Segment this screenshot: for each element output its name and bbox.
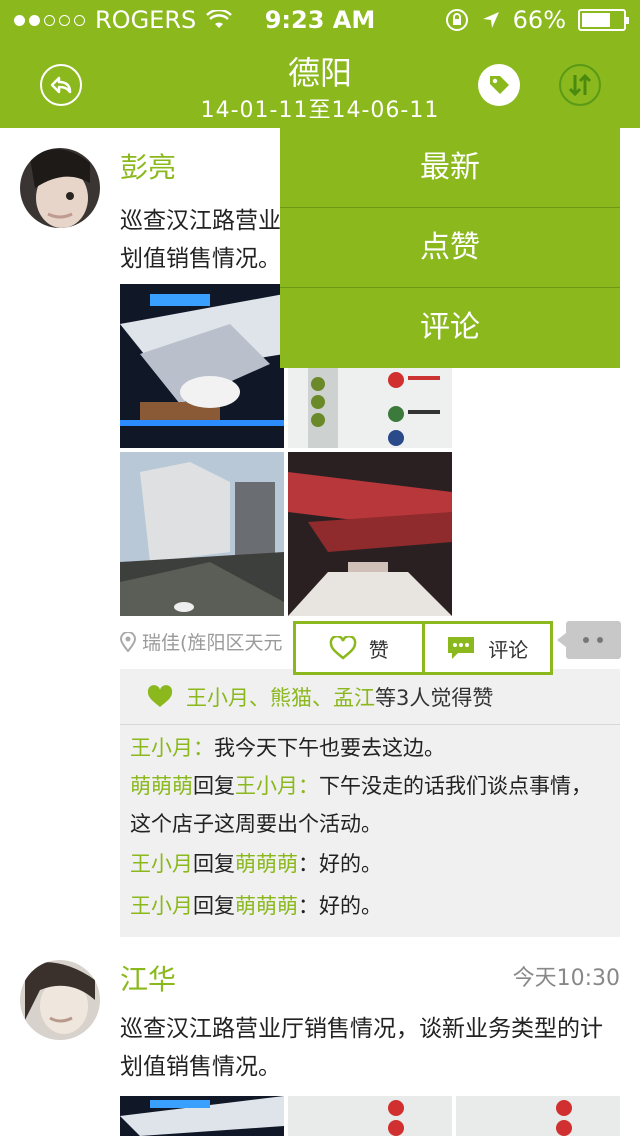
date-range: 14-01-11至14-06-11 bbox=[200, 98, 440, 123]
tag-icon bbox=[490, 76, 509, 94]
status-bar: ROGERS 9:23 AM 66% bbox=[0, 0, 640, 40]
post-author[interactable]: 彭亮 bbox=[120, 146, 176, 186]
speech-bubble-icon bbox=[448, 637, 475, 659]
post-time: 今天10:30 bbox=[512, 966, 620, 991]
sort-button[interactable] bbox=[559, 64, 601, 106]
sort-dropdown-menu: 最新 点赞 评论 bbox=[280, 128, 620, 368]
avatar[interactable] bbox=[20, 148, 100, 228]
likes-summary: 王小月、熊猫、孟江等3人觉得赞 bbox=[120, 669, 620, 725]
app-header: ROGERS 9:23 AM 66% 德阳 14-01-11至14-06-11 bbox=[0, 0, 640, 128]
feed-post: 江华 今天10:30 巡查汉江路营业厅销售情况，谈新业务类型的计划值销售情况。 bbox=[0, 948, 640, 1136]
more-options-button[interactable] bbox=[557, 621, 621, 659]
avatar[interactable] bbox=[20, 960, 100, 1040]
post-author[interactable]: 江华 bbox=[120, 958, 176, 998]
menu-item-comments[interactable]: 评论 bbox=[280, 288, 620, 368]
menu-item-latest[interactable]: 最新 bbox=[280, 128, 620, 208]
post-photo[interactable] bbox=[456, 1096, 620, 1136]
comment-item: 萌萌萌回复王小月：下午没走的话我们谈点事情，这个店子这周要出个活动。 bbox=[130, 774, 592, 836]
rotation-lock-icon bbox=[445, 9, 468, 31]
sort-arrows-icon bbox=[568, 73, 592, 97]
location-arrow-icon bbox=[482, 12, 499, 28]
menu-item-likes[interactable]: 点赞 bbox=[280, 208, 620, 288]
like-button[interactable]: 赞 bbox=[296, 624, 422, 672]
heart-outline-icon bbox=[329, 636, 357, 660]
heart-filled-icon bbox=[147, 684, 173, 707]
post-photo[interactable] bbox=[288, 1096, 452, 1136]
comment-item: 王小月回复萌萌萌：好的。 bbox=[130, 852, 382, 876]
post-content: 巡查汉江路营业厅销售情况，谈新业务类型的计划值销售情况。 bbox=[120, 1016, 603, 1080]
comment-item: 王小月回复萌萌萌：好的。 bbox=[130, 894, 382, 918]
post-location[interactable]: 瑞佳(旌阳区天元 bbox=[119, 628, 282, 655]
post-photo[interactable] bbox=[288, 452, 452, 616]
page-title: 德阳 bbox=[287, 54, 352, 92]
comment-item: 王小月：我今天下午也要去这边。 bbox=[130, 736, 445, 760]
location-pin-icon bbox=[119, 631, 142, 654]
like-comment-panel: 王小月、熊猫、孟江等3人觉得赞 王小月：我今天下午也要去这边。 萌萌萌回复王小月… bbox=[120, 669, 620, 937]
post-photo[interactable] bbox=[120, 452, 284, 616]
post-photo[interactable] bbox=[120, 1096, 284, 1136]
post-photo[interactable] bbox=[120, 284, 284, 448]
liker-names[interactable]: 王小月、熊猫、孟江 bbox=[186, 686, 375, 710]
comment-button[interactable]: 评论 bbox=[421, 624, 551, 672]
post-action-popup: 赞 评论 bbox=[293, 621, 553, 675]
tag-button[interactable] bbox=[478, 64, 520, 106]
battery-percent: 66% bbox=[512, 6, 566, 34]
battery-icon bbox=[578, 9, 629, 31]
